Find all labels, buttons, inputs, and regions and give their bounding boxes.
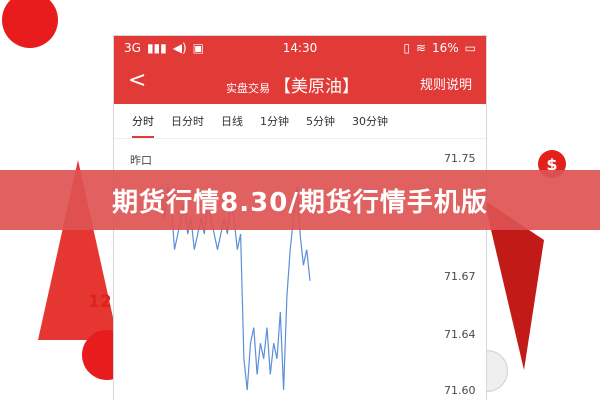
tab-ri-fenshi[interactable]: 日分时 — [171, 113, 204, 129]
nav-bar: < 实盘交易 【美原油】 规则说明 — [114, 60, 486, 104]
tab-30min[interactable]: 30分钟 — [352, 113, 388, 129]
y-tick-label: 71.64 — [444, 328, 476, 341]
period-tabs: 分时 日分时 日线 1分钟 5分钟 30分钟 — [114, 104, 486, 139]
y-tick-label: 71.60 — [444, 384, 476, 397]
status-bar: 3G ▮▮▮ ◀) ▣ 14:30 ▯ ≋ 16% ▭ — [114, 36, 486, 60]
volume-icon: ◀) — [172, 41, 187, 55]
signal-indicator: 3G — [124, 41, 141, 55]
title-banner: 期货行情8.30/期货行情手机版 — [0, 170, 600, 230]
decor-circle-red — [2, 0, 58, 48]
title-main: 【美原油】 — [274, 77, 359, 97]
page-title: 实盘交易 【美原油】 — [226, 72, 359, 97]
back-button[interactable]: < — [128, 68, 146, 93]
chart-partial-label: 昨口 — [130, 154, 152, 167]
tab-fenshi[interactable]: 分时 — [132, 113, 154, 138]
rules-button[interactable]: 规则说明 — [420, 74, 472, 93]
title-small: 实盘交易 — [226, 82, 270, 95]
y-tick-label: 71.75 — [444, 152, 476, 165]
status-time: 14:30 — [282, 41, 318, 55]
signal-bars-icon: ▮▮▮ — [146, 41, 167, 55]
tab-rixian[interactable]: 日线 — [221, 113, 243, 129]
battery-icon: ▭ — [464, 41, 476, 55]
decor-number: 12 — [88, 292, 112, 312]
y-tick-label: 71.67 — [444, 270, 476, 283]
tab-1min[interactable]: 1分钟 — [260, 113, 289, 129]
battery-percent: 16% — [431, 41, 459, 55]
sim-icon: ▣ — [192, 41, 205, 55]
tab-5min[interactable]: 5分钟 — [306, 113, 335, 129]
wifi-icon: ≋ — [415, 41, 426, 55]
vibrate-icon: ▯ — [403, 41, 410, 55]
